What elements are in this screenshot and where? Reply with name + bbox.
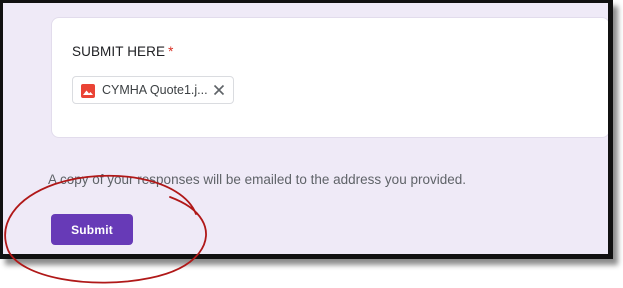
question-title: SUBMIT HERE * (72, 44, 173, 59)
uploaded-file-name: CYMHA Quote1.j... (102, 83, 208, 97)
question-title-text: SUBMIT HERE (72, 44, 166, 59)
submit-button[interactable]: Submit (51, 214, 133, 245)
required-marker: * (168, 44, 174, 59)
close-icon[interactable] (211, 82, 227, 98)
email-copy-notice: A copy of your responses will be emailed… (48, 172, 466, 187)
question-card: SUBMIT HERE * CYMHA Quote1.j... (51, 17, 608, 138)
uploaded-file-chip[interactable]: CYMHA Quote1.j... (72, 76, 234, 104)
form-screenshot-frame: SUBMIT HERE * CYMHA Quote1.j... A copy of… (0, 0, 613, 259)
image-file-icon (81, 84, 95, 98)
